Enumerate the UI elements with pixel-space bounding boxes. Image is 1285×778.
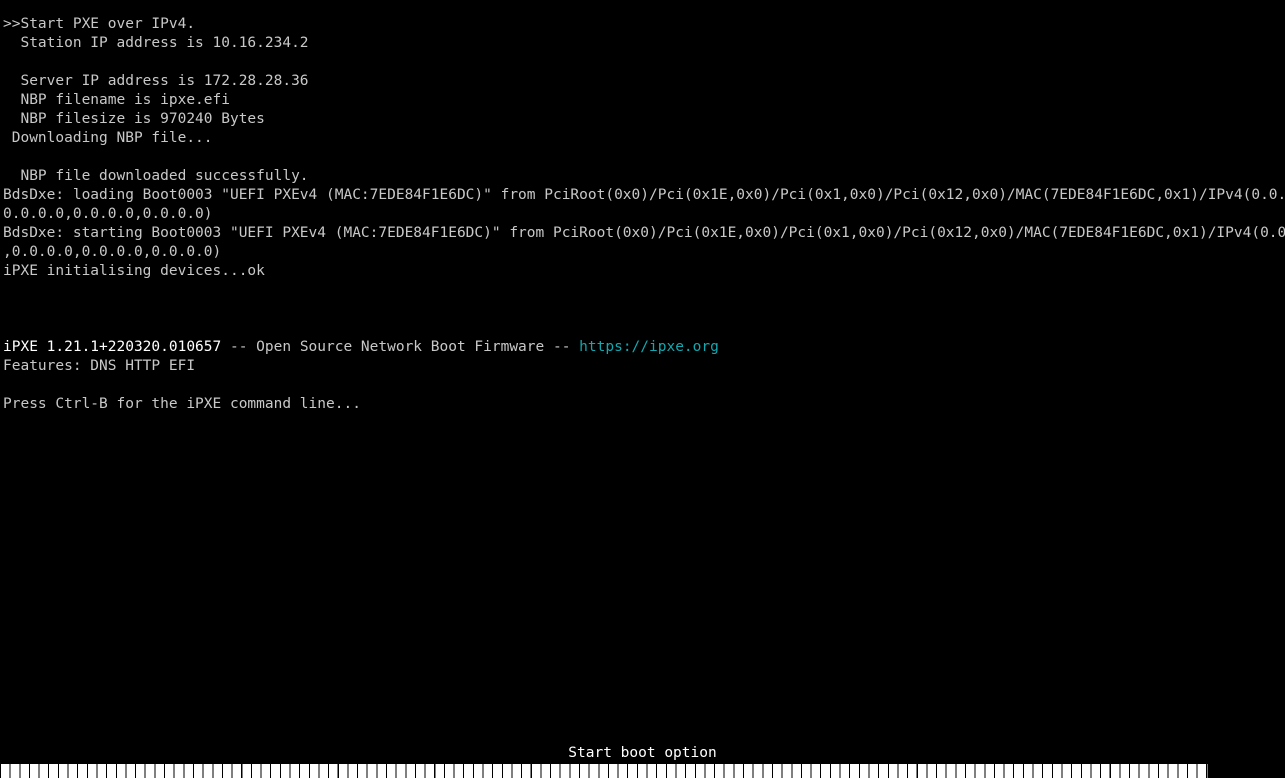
console-line: NBP file downloaded successfully. (3, 168, 309, 184)
console-blank (3, 281, 1285, 300)
console-line: iPXE initialising devices...ok (3, 263, 265, 279)
console-line: BdsDxe: starting Boot0003 "UEFI PXEv4 (M… (3, 225, 1285, 241)
ipxe-banner: iPXE 1.21.1+220320.010657 -- Open Source… (3, 338, 1285, 357)
ipxe-url-link[interactable]: https://ipxe.org (579, 339, 719, 355)
ipxe-prompt: Press Ctrl-B for the iPXE command line..… (3, 396, 361, 412)
console-line: NBP filename is ipxe.efi (3, 92, 230, 108)
boot-progress-bar (0, 764, 1208, 778)
console-blank (3, 376, 1285, 395)
ipxe-tagline: -- Open Source Network Boot Firmware -- (221, 339, 580, 355)
console-line: ,0.0.0.0,0.0.0.0,0.0.0.0) (3, 244, 222, 260)
console-line: NBP filesize is 970240 Bytes (3, 111, 265, 127)
console-line: 0.0.0.0,0.0.0.0,0.0.0.0) (3, 206, 213, 222)
console-blank (3, 300, 1285, 319)
console-blank (3, 319, 1285, 338)
console-line: Server IP address is 172.28.28.36 (3, 73, 309, 89)
console-line: >>Start PXE over IPv4. (3, 16, 196, 32)
console-line: BdsDxe: loading Boot0003 "UEFI PXEv4 (MA… (3, 187, 1285, 203)
ipxe-version: iPXE 1.21.1+220320.010657 (3, 339, 222, 355)
console-line: Station IP address is 10.16.234.2 (3, 35, 309, 51)
ipxe-features: Features: DNS HTTP EFI (3, 358, 196, 374)
console-output: >>Start PXE over IPv4. Station IP addres… (3, 15, 1285, 414)
boot-status-text: Start boot option (568, 745, 717, 761)
console-line: Downloading NBP file... (3, 130, 213, 146)
